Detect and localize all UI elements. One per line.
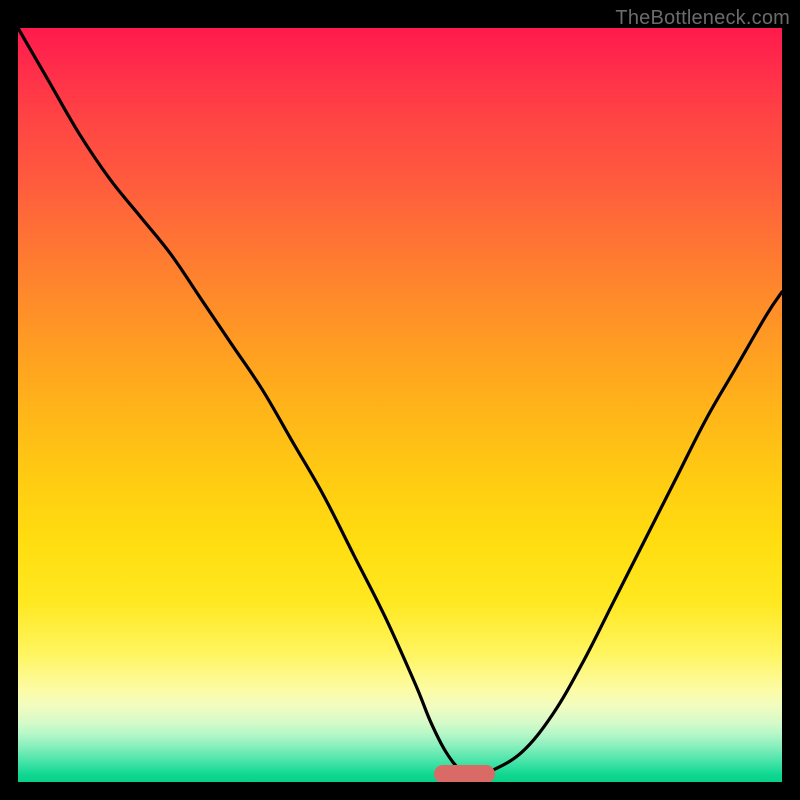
curve-path (18, 28, 782, 774)
bottleneck-marker (434, 765, 495, 782)
bottleneck-curve (18, 28, 782, 782)
plot-area (18, 28, 782, 782)
watermark-text: TheBottleneck.com (615, 7, 790, 30)
chart-frame: TheBottleneck.com (0, 0, 800, 800)
